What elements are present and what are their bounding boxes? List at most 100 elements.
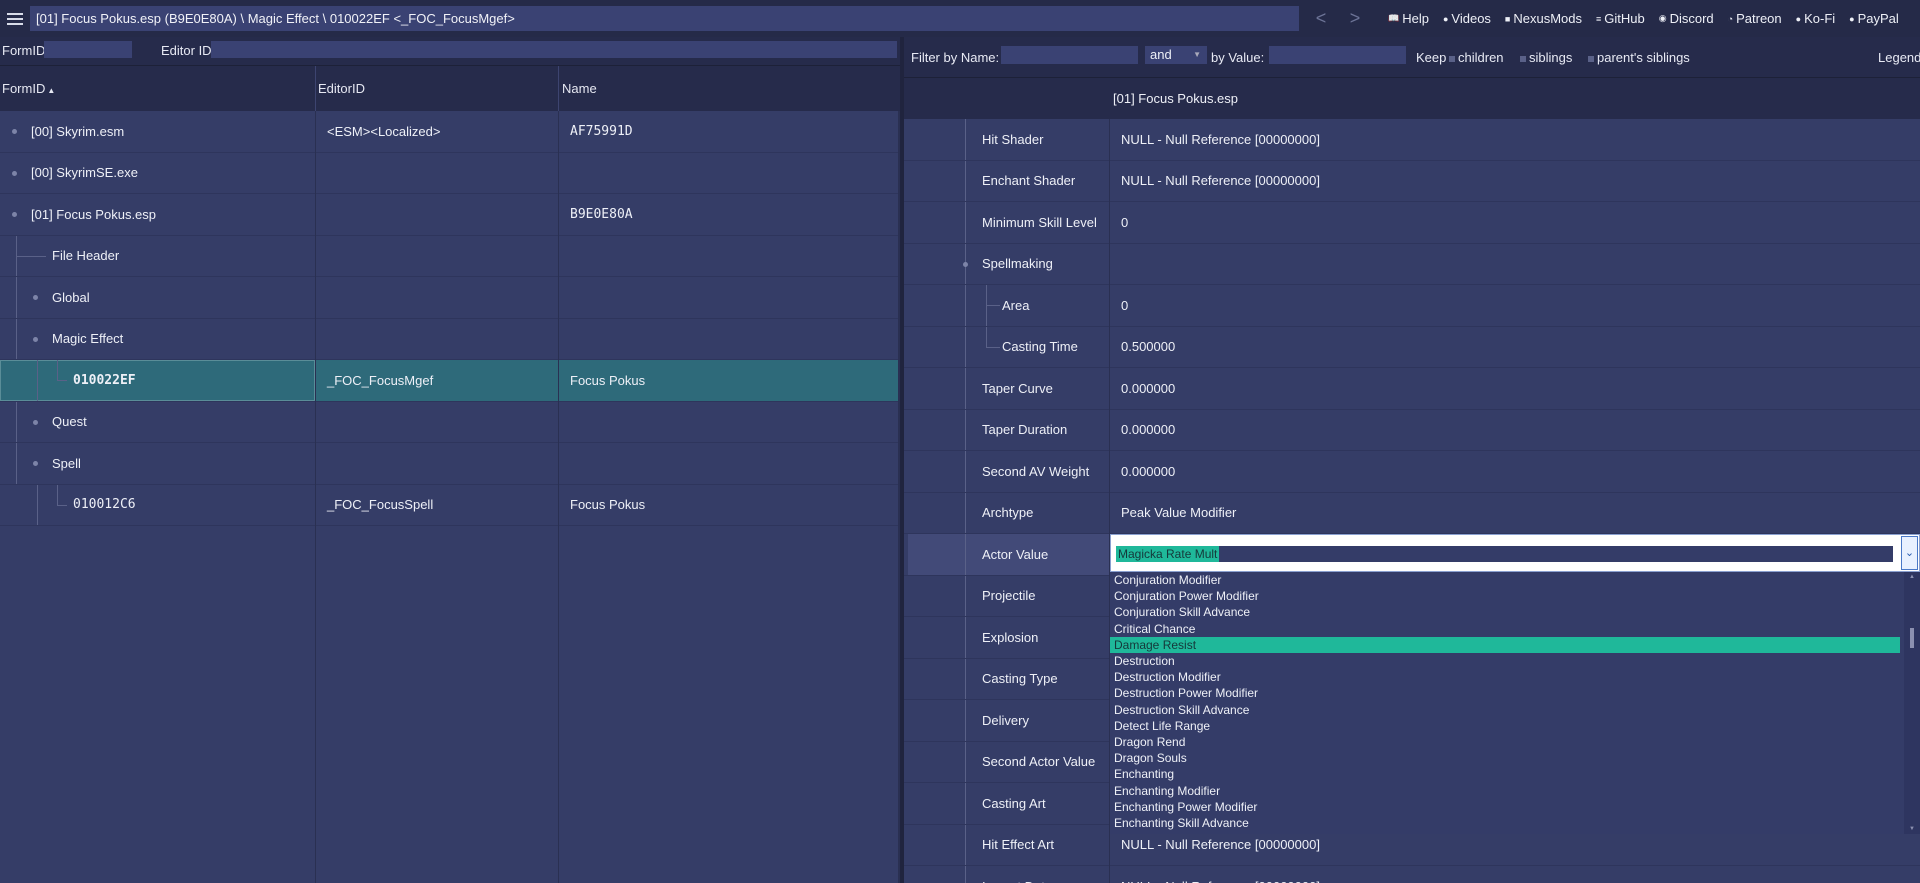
tree-row[interactable]: Spell	[0, 443, 900, 485]
dropdown-option[interactable]: Conjuration Modifier	[1110, 572, 1900, 588]
cell-formid: 010012C6	[73, 497, 136, 513]
record-row[interactable]: Minimum Skill Level 0	[904, 202, 1920, 244]
dropdown-option[interactable]: Dragon Souls	[1110, 750, 1900, 766]
dropdown-option[interactable]: Enchanting Power Modifier	[1110, 799, 1900, 815]
filter-by-name-input[interactable]	[1001, 46, 1138, 64]
field-value[interactable]: 0	[1121, 285, 1128, 326]
field-value[interactable]: 0.500000	[1121, 327, 1175, 368]
dropdown-option[interactable]: Destruction	[1110, 653, 1900, 669]
tree-row[interactable]: Global	[0, 277, 900, 319]
dropdown-option[interactable]: Critical Chance	[1110, 621, 1900, 637]
column-header-name[interactable]: Name	[562, 81, 597, 96]
dropdown-option[interactable]: Conjuration Power Modifier	[1110, 588, 1900, 604]
dropdown-option[interactable]: Destruction Power Modifier	[1110, 685, 1900, 701]
tree-row[interactable]: [00] Skyrim.esm <ESM><Localized> AF75991D	[0, 111, 900, 153]
field-value[interactable]: Peak Value Modifier	[1121, 493, 1236, 534]
field-value[interactable]: 0.000000	[1121, 368, 1175, 409]
link-videos[interactable]: ● Videos	[1443, 11, 1491, 26]
expand-icon[interactable]	[12, 212, 17, 217]
tree-guide-line	[965, 617, 966, 658]
field-value[interactable]: 0.000000	[1121, 451, 1175, 492]
dropdown-option[interactable]: Detect Life Range	[1110, 718, 1900, 734]
forward-arrow-icon[interactable]: >	[1342, 6, 1368, 31]
record-row[interactable]: Area 0	[904, 285, 1920, 327]
record-row[interactable]: Second AV Weight 0.000000	[904, 451, 1920, 493]
dropdown-option[interactable]: Destruction Skill Advance	[1110, 702, 1900, 718]
expand-icon[interactable]	[33, 295, 38, 300]
scrollbar-thumb[interactable]	[1910, 628, 1914, 648]
dropdown-option[interactable]: Dragon Rend	[1110, 734, 1900, 750]
navigation-tree-pane: FormID Editor ID FormID ▲ EditorID Name […	[0, 37, 900, 883]
tree-guide-line	[965, 368, 966, 409]
combobox-text-field[interactable]: Magicka Rate Mult	[1116, 546, 1893, 562]
field-value[interactable]: 0	[1121, 202, 1128, 243]
legend-button[interactable]: Legend	[1878, 50, 1920, 65]
tree-guide-line	[965, 658, 966, 699]
back-arrow-icon[interactable]: <	[1308, 6, 1334, 31]
record-row[interactable]: Taper Duration 0.000000	[904, 409, 1920, 451]
link-label: Ko-Fi	[1804, 11, 1836, 26]
link-label: Help	[1402, 11, 1429, 26]
tree-row[interactable]: 010012C6 _FOC_FocusSpell Focus Pokus	[0, 484, 900, 526]
cell-formid: Global	[52, 289, 90, 305]
dropdown-option[interactable]: Enchanting Modifier	[1110, 783, 1900, 799]
field-value[interactable]: 0.000000	[1121, 410, 1175, 451]
record-row[interactable]: Impact Data NULL - Null Reference [000000…	[904, 866, 1920, 883]
dropdown-option[interactable]: Enchanting Skill Advance	[1110, 815, 1900, 831]
link-ko-fi[interactable]: ● Ko-Fi	[1796, 11, 1836, 26]
field-value[interactable]: NULL - Null Reference [00000000]	[1121, 866, 1320, 883]
dropdown-scrollbar[interactable]: ▲ ▼	[1904, 572, 1920, 834]
editorid-filter-input[interactable]	[211, 41, 897, 58]
tree-guide-line	[37, 484, 38, 525]
link-discord[interactable]: ◉ Discord	[1659, 11, 1714, 26]
column-header-editorid[interactable]: EditorID	[318, 81, 365, 96]
filter-operator-select[interactable]: and ▼	[1145, 46, 1207, 64]
actor-value-combobox[interactable]: Magicka Rate Mult ⌄	[1110, 534, 1920, 572]
filter-by-value-input[interactable]	[1269, 46, 1406, 64]
tree-row[interactable]: File Header	[0, 235, 900, 277]
chevron-down-icon[interactable]: ⌄	[1901, 536, 1918, 570]
scroll-up-icon[interactable]: ▲	[1909, 574, 1915, 580]
link-help[interactable]: 📖 Help	[1388, 11, 1429, 26]
column-header-formid[interactable]: FormID ▲	[2, 81, 55, 96]
link-paypal[interactable]: ● PayPal	[1849, 11, 1899, 26]
record-row[interactable]: Archtype Peak Value Modifier	[904, 492, 1920, 534]
record-row[interactable]: Taper Curve 0.000000	[904, 368, 1920, 410]
dropdown-option[interactable]: Damage Resist	[1110, 636, 1900, 653]
keep-siblings-checkbox[interactable]: siblings	[1520, 50, 1572, 65]
field-value[interactable]: NULL - Null Reference [00000000]	[1121, 119, 1320, 160]
record-row[interactable]: Spellmaking	[904, 243, 1920, 285]
field-value[interactable]: NULL - Null Reference [00000000]	[1121, 161, 1320, 202]
tree-guide-line	[965, 700, 966, 741]
record-row[interactable]: Hit Shader NULL - Null Reference [0000000…	[904, 119, 1920, 161]
tree-row[interactable]: Quest	[0, 401, 900, 443]
link-github[interactable]: ≡ GitHub	[1596, 11, 1645, 26]
expand-icon[interactable]	[33, 419, 38, 425]
expand-icon[interactable]	[33, 461, 38, 466]
expand-icon[interactable]	[12, 170, 17, 176]
by-value-label: by Value:	[1211, 50, 1265, 65]
cell-formid: File Header	[52, 248, 120, 264]
column-divider[interactable]	[558, 66, 559, 112]
record-row[interactable]: Enchant Shader NULL - Null Reference [000…	[904, 160, 1920, 202]
keep-parents-siblings-checkbox[interactable]: parent's siblings	[1588, 50, 1690, 65]
tree-row[interactable]: [00] SkyrimSE.exe	[0, 152, 900, 194]
tree-row[interactable]: Magic Effect	[0, 318, 900, 360]
column-divider[interactable]	[315, 66, 316, 112]
record-row[interactable]: Casting Time 0.500000	[904, 326, 1920, 368]
expand-icon[interactable]	[963, 261, 968, 267]
dropdown-option[interactable]: Conjuration Skill Advance	[1110, 604, 1900, 620]
record-path-field[interactable]: [01] Focus Pokus.esp (B9E0E80A) \ Magic …	[30, 6, 1299, 31]
link-nexusmods[interactable]: ■ NexusMods	[1505, 11, 1582, 26]
expand-icon[interactable]	[12, 129, 17, 134]
dropdown-option[interactable]: Enchanting	[1110, 766, 1900, 782]
dropdown-option[interactable]: Destruction Modifier	[1110, 669, 1900, 685]
formid-filter-input[interactable]	[44, 41, 132, 58]
tree-row[interactable]: 010022EF _FOC_FocusMgef Focus Pokus	[0, 360, 900, 402]
tree-row[interactable]: [01] Focus Pokus.esp B9E0E80A	[0, 194, 900, 236]
scroll-down-icon[interactable]: ▼	[1909, 826, 1915, 832]
link-patreon[interactable]: ◔ Patreon	[1728, 11, 1782, 26]
expand-icon[interactable]	[33, 336, 38, 342]
keep-children-checkbox[interactable]: children	[1449, 50, 1504, 65]
menu-icon[interactable]	[0, 0, 30, 37]
